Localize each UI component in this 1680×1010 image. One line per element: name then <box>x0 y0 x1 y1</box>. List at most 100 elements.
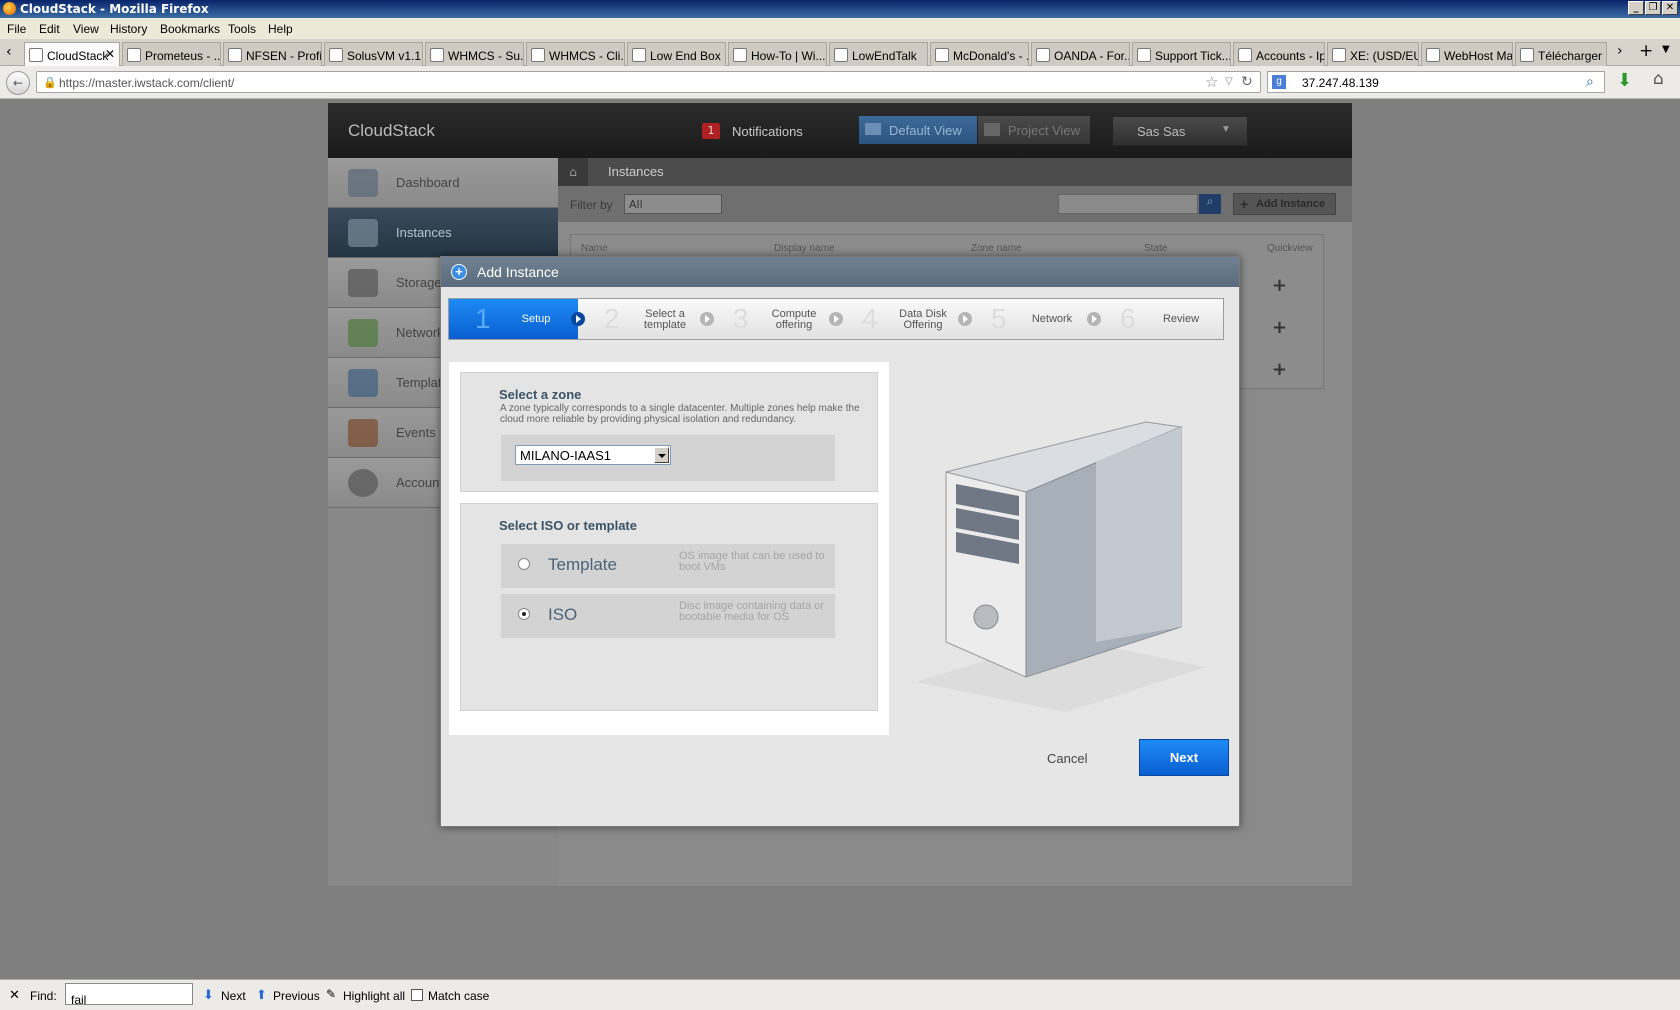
tab-label: WHMCS - Su... <box>448 49 524 63</box>
tab[interactable]: McDonald's - ... <box>930 42 1029 66</box>
power-button-icon <box>973 604 999 630</box>
quickview-icon[interactable]: + <box>1272 319 1287 337</box>
reload-icon[interactable]: ↻ <box>1241 73 1253 90</box>
close-window-button[interactable]: ✕ <box>1662 1 1678 15</box>
menu-help[interactable]: Help <box>268 22 293 36</box>
tab-list-icon[interactable]: ▼ <box>1662 44 1670 55</box>
page-icon <box>430 48 444 62</box>
tab-label: CloudStack <box>47 49 109 63</box>
home-crumb-icon[interactable]: ⌂ <box>558 158 588 186</box>
option-iso[interactable]: ISO Disc image containing data or bootab… <box>501 594 835 638</box>
tab[interactable]: WebHost Ma... <box>1421 42 1513 66</box>
project-view-button[interactable]: Project View <box>978 116 1090 144</box>
search-bar[interactable]: g 37.247.48.139 ⌕ <box>1267 71 1605 93</box>
option-name: ISO <box>548 605 578 624</box>
tab[interactable]: XE: (USD/EU... <box>1327 42 1419 66</box>
history-dropdown-icon[interactable]: ▽ <box>1225 76 1233 87</box>
page-icon <box>632 48 646 62</box>
dashboard-icon <box>348 169 378 197</box>
search-icon[interactable]: ⌕ <box>1586 73 1594 90</box>
tab[interactable]: Low End Box ... <box>627 42 726 66</box>
google-icon[interactable]: g <box>1272 75 1286 89</box>
menu-edit[interactable]: Edit <box>39 22 60 36</box>
column-header-name[interactable]: Name <box>581 243 608 254</box>
menu-bookmarks[interactable]: Bookmarks <box>160 22 220 36</box>
default-view-button[interactable]: Default View <box>859 116 977 144</box>
sidebar-item-instances[interactable]: Instances <box>328 208 558 258</box>
menu-history[interactable]: History <box>110 22 147 36</box>
add-instance-dialog: + Add Instance 1 Setup 2 Select a template… <box>440 256 1240 827</box>
step-data-disk-offering[interactable]: 4 Data Disk Offering <box>836 299 972 339</box>
step-review[interactable]: 6 Review <box>1094 299 1223 339</box>
next-button[interactable]: Next <box>1139 739 1229 776</box>
close-find-bar-icon[interactable]: ✕ <box>9 987 20 1003</box>
tab-scroll-left-icon[interactable]: ‹ <box>6 44 12 60</box>
back-icon[interactable]: ← <box>6 71 30 95</box>
page-icon <box>1426 48 1440 62</box>
column-header-display-name[interactable]: Display name <box>774 243 835 254</box>
column-header-zone-name[interactable]: Zone name <box>971 243 1022 254</box>
bookmark-star-icon[interactable]: ☆ <box>1205 73 1218 91</box>
chevron-down-icon[interactable]: ▼ <box>1221 124 1231 135</box>
tab[interactable]: Support Tick... <box>1132 42 1231 66</box>
home-icon[interactable]: ⌂ <box>1653 69 1664 89</box>
close-tab-icon[interactable]: ✕ <box>105 47 115 61</box>
breadcrumb-instances[interactable]: Instances <box>608 164 664 179</box>
find-previous-button[interactable]: Previous <box>273 989 320 1003</box>
tab-cloudstack[interactable]: CloudStack ✕ <box>24 42 120 67</box>
match-case-checkbox[interactable] <box>411 989 423 1001</box>
tab-label: Accounts - Ip... <box>1256 49 1324 63</box>
column-header-state[interactable]: State <box>1144 243 1167 254</box>
step-number: 3 <box>733 303 749 334</box>
window-title: CloudStack - Mozilla Firefox <box>20 2 209 16</box>
tab[interactable]: LowEndTalk <box>829 42 928 66</box>
restore-button[interactable]: ❐ <box>1645 1 1661 15</box>
tab[interactable]: SolusVM v1.1... <box>324 42 423 66</box>
app-header: CloudStack 1 Notifications Default View … <box>328 103 1352 158</box>
option-template[interactable]: Template OS image that can be used to bo… <box>501 544 835 588</box>
quickview-icon[interactable]: + <box>1272 361 1287 379</box>
zone-select[interactable]: MILANO-IAAS1 <box>515 445 671 465</box>
tab-label: NFSEN - Profi... <box>246 49 322 63</box>
tab[interactable]: Prometeus - ... <box>122 42 221 66</box>
tab[interactable]: OANDA - For... <box>1031 42 1130 66</box>
match-case-label[interactable]: Match case <box>428 989 489 1003</box>
search-button-icon[interactable]: ⌕ <box>1199 194 1221 214</box>
filter-select[interactable]: All <box>624 194 722 214</box>
step-network[interactable]: 5 Network <box>965 299 1101 339</box>
minimize-button[interactable]: _ <box>1628 1 1644 15</box>
tab[interactable]: WHMCS - Cli... <box>526 42 625 66</box>
tab-scroll-right-icon[interactable]: › <box>1617 43 1623 59</box>
iso-template-section: Select ISO or template Template OS image… <box>460 503 878 711</box>
url-bar[interactable]: 🔒 https://master.iwstack.com/client/ ☆ ▽… <box>36 71 1261 93</box>
cloudstack-logo: CloudStack <box>348 121 435 140</box>
iso-radio[interactable] <box>518 608 530 620</box>
tab[interactable]: Accounts - Ip... <box>1233 42 1325 66</box>
new-tab-icon[interactable]: + <box>1639 41 1653 61</box>
download-icon[interactable]: ⬇ <box>1617 70 1632 91</box>
step-setup[interactable]: 1 Setup <box>449 299 585 339</box>
find-input[interactable]: fail <box>65 983 193 1007</box>
sidebar-item-dashboard[interactable]: Dashboard <box>328 158 558 208</box>
cancel-button[interactable]: Cancel <box>1047 751 1087 766</box>
tab[interactable]: NFSEN - Profi... <box>223 42 322 66</box>
column-header-quickview[interactable]: Quickview <box>1267 243 1313 254</box>
find-next-button[interactable]: Next <box>221 989 246 1003</box>
user-menu[interactable]: Sas Sas ▼ <box>1112 116 1248 146</box>
menu-view[interactable]: View <box>73 22 99 36</box>
add-instance-button[interactable]: + Add Instance <box>1233 193 1336 215</box>
notifications-link[interactable]: Notifications <box>732 124 803 139</box>
menu-tools[interactable]: Tools <box>228 22 256 36</box>
highlight-all-button[interactable]: Highlight all <box>343 989 405 1003</box>
tab[interactable]: WHMCS - Su... <box>425 42 524 66</box>
tab[interactable]: Télécharger ... <box>1515 42 1607 66</box>
tab-label: WebHost Ma... <box>1444 49 1513 63</box>
step-select-template[interactable]: 2 Select a template <box>578 299 714 339</box>
search-input[interactable] <box>1058 194 1198 214</box>
dropdown-arrow-icon[interactable] <box>654 447 669 463</box>
template-radio[interactable] <box>518 558 530 570</box>
tab[interactable]: How-To | Wi... <box>728 42 827 66</box>
quickview-icon[interactable]: + <box>1272 277 1287 295</box>
menu-file[interactable]: File <box>7 22 26 36</box>
step-compute-offering[interactable]: 3 Compute offering <box>707 299 843 339</box>
